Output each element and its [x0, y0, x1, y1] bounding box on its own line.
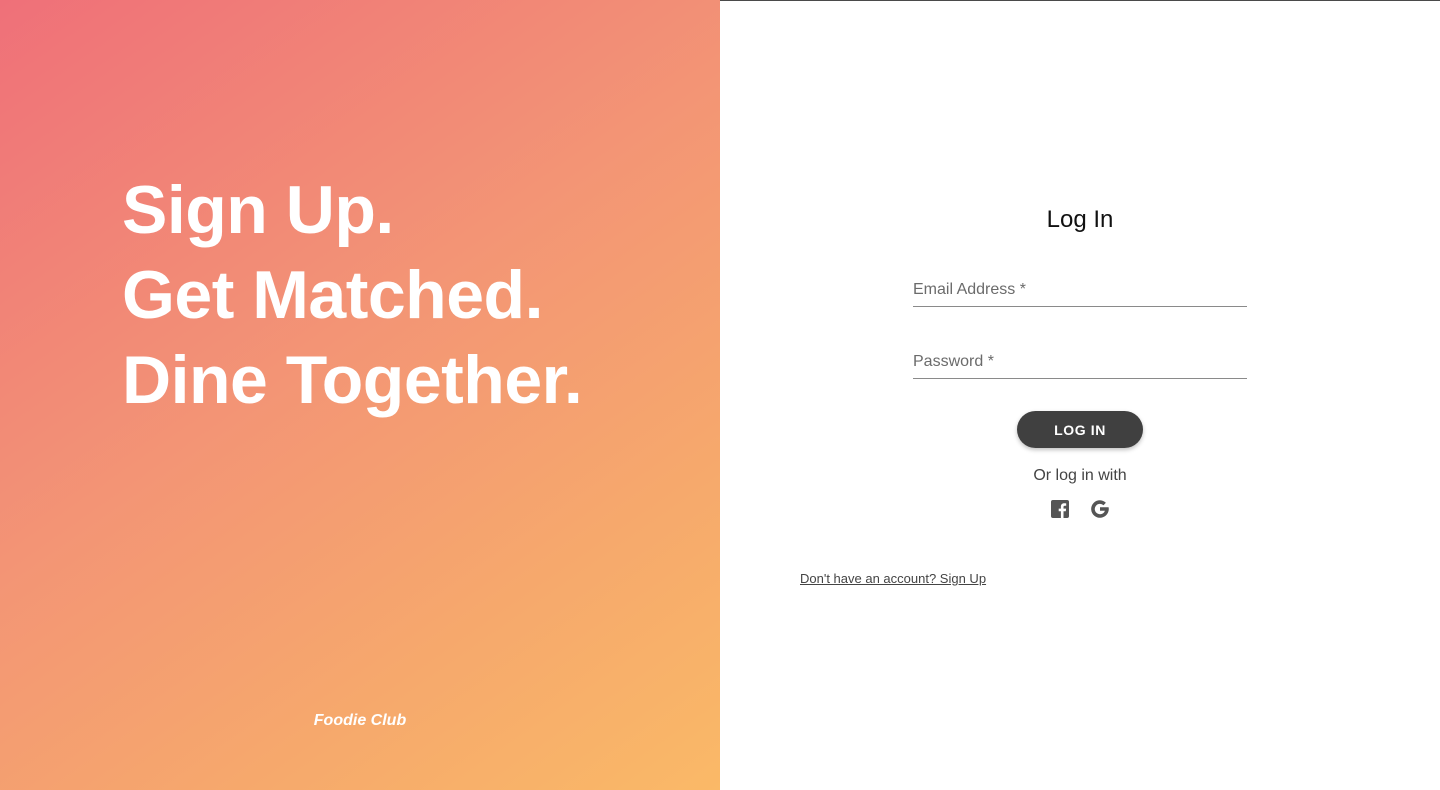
or-login-with-text: Or log in with	[1033, 467, 1127, 484]
hero-headline: Sign Up. Get Matched. Dine Together.	[122, 168, 583, 423]
hero-panel: Sign Up. Get Matched. Dine Together. Foo…	[0, 0, 720, 790]
headline-line-3: Dine Together.	[122, 342, 583, 418]
headline-line-1: Sign Up.	[122, 172, 394, 248]
headline-line-2: Get Matched.	[122, 257, 543, 333]
login-title: Log In	[1046, 206, 1114, 233]
login-button[interactable]: LOG IN	[1017, 411, 1143, 448]
email-input[interactable]	[913, 271, 1247, 306]
signup-link[interactable]: Don't have an account? Sign Up	[800, 571, 986, 586]
email-field[interactable]: Email Address *	[913, 271, 1247, 307]
password-field[interactable]: Password *	[913, 343, 1247, 379]
google-icon[interactable]	[1089, 498, 1111, 520]
facebook-icon[interactable]	[1049, 498, 1071, 520]
password-input[interactable]	[913, 343, 1247, 378]
brand-name: Foodie Club	[313, 712, 407, 729]
login-panel: Log In Email Address * Password * LOG IN…	[720, 1, 1440, 790]
